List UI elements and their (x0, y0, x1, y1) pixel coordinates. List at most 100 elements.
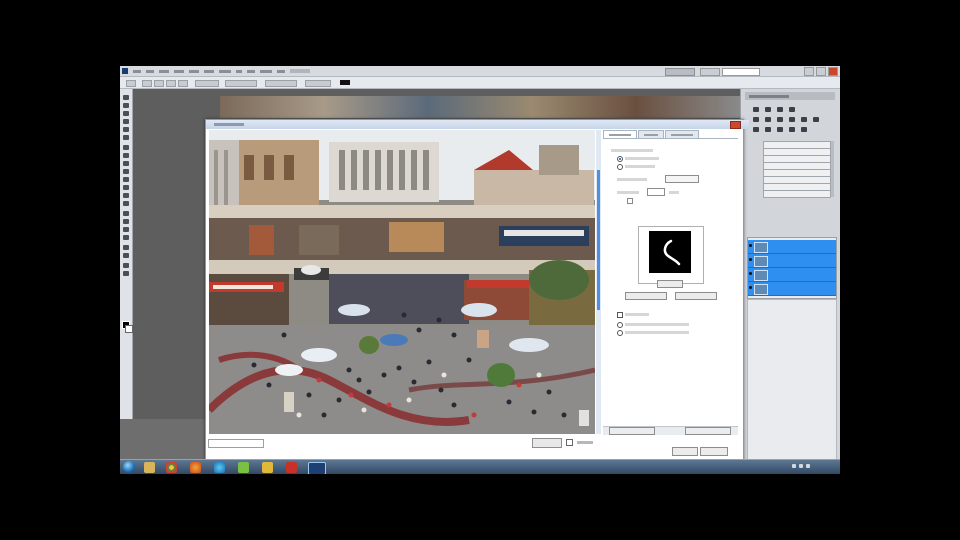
menu-item-edit[interactable] (146, 70, 154, 73)
3d-camera-tool-icon[interactable] (123, 253, 129, 258)
adjustment-mixer-icon[interactable] (813, 117, 819, 122)
chrome-icon[interactable] (166, 462, 177, 473)
preset-list-item[interactable] (763, 190, 831, 198)
explorer-icon[interactable] (144, 462, 155, 473)
ok-button[interactable] (672, 447, 698, 456)
app-icon-green[interactable] (238, 462, 249, 473)
adjustment-selective-color-icon[interactable] (801, 127, 807, 132)
layer-row[interactable] (748, 268, 836, 282)
workspace-switcher[interactable] (665, 68, 695, 76)
photoshop-taskbar-icon[interactable] (308, 462, 326, 474)
marquee-tool-icon[interactable] (123, 103, 129, 108)
menu-item-3d[interactable] (236, 70, 242, 73)
option-button-4[interactable] (178, 80, 188, 87)
cancel-button[interactable] (700, 447, 728, 456)
blur-tool-icon[interactable] (123, 193, 129, 198)
lasso-tool-icon[interactable] (123, 111, 129, 116)
brush-tool-icon[interactable] (123, 153, 129, 158)
clone-stamp-tool-icon[interactable] (123, 161, 129, 166)
zoom-level-field[interactable] (208, 439, 264, 448)
adjustment-threshold-icon[interactable] (777, 127, 783, 132)
menu-item-ps-logo[interactable] (122, 68, 128, 74)
tray-network-icon[interactable] (799, 464, 803, 468)
eye-icon[interactable] (749, 272, 752, 275)
eyedropper-tool-icon[interactable] (123, 135, 129, 140)
eraser-tool-icon[interactable] (123, 177, 129, 182)
tray-volume-icon[interactable] (806, 464, 810, 468)
adjustment-curves-icon[interactable] (777, 107, 783, 112)
history-brush-tool-icon[interactable] (123, 169, 129, 174)
menu-item-file[interactable] (133, 70, 141, 73)
radio-option-2[interactable] (617, 164, 623, 170)
hand-tool-icon[interactable] (123, 263, 129, 268)
tool-preset-picker[interactable] (126, 80, 136, 87)
quick-select-tool-icon[interactable] (123, 119, 129, 124)
type-tool-icon[interactable] (123, 219, 129, 224)
eye-icon[interactable] (749, 244, 752, 247)
preview-image[interactable] (209, 130, 595, 434)
layer-row[interactable] (748, 282, 836, 296)
menu-item-help[interactable] (277, 70, 285, 73)
option-radio-2[interactable] (617, 330, 623, 336)
app-icon-yellow[interactable] (262, 462, 273, 473)
menu-item-analysis[interactable] (219, 70, 231, 73)
slider-handle[interactable] (627, 198, 633, 204)
dialog-close-button[interactable] (730, 121, 741, 129)
adjustment-photo-filter-icon[interactable] (801, 117, 807, 122)
menu-item-filter[interactable] (204, 70, 214, 73)
adjustment-hue-icon[interactable] (765, 117, 771, 122)
option-button-1[interactable] (142, 80, 152, 87)
adjustment-brightness-icon[interactable] (753, 107, 759, 112)
panel-scrollbar[interactable] (831, 141, 834, 197)
tray-flag-icon[interactable] (792, 464, 796, 468)
document-canvas[interactable] (220, 96, 740, 118)
tip-label-button[interactable] (657, 280, 683, 288)
option-field-1[interactable] (195, 80, 219, 87)
pen-tool-icon[interactable] (123, 211, 129, 216)
settings-button-1[interactable] (625, 292, 667, 300)
option-field-3[interactable] (265, 80, 297, 87)
brush-tip-preview[interactable] (649, 231, 691, 273)
maximize-button[interactable] (816, 67, 826, 76)
option-button-3[interactable] (166, 80, 176, 87)
gradient-tool-icon[interactable] (123, 185, 129, 190)
preview-button[interactable] (532, 438, 562, 448)
adjustment-posterize-icon[interactable] (765, 127, 771, 132)
healing-tool-icon[interactable] (123, 145, 129, 150)
dodge-tool-icon[interactable] (123, 201, 129, 206)
start-button[interactable] (123, 461, 135, 473)
firefox-icon[interactable] (190, 462, 201, 473)
adjustment-balance-icon[interactable] (777, 117, 783, 122)
search-field[interactable] (722, 68, 760, 76)
cs-live-button[interactable] (700, 68, 720, 76)
footer-button-1[interactable] (609, 427, 655, 435)
field-input[interactable] (647, 188, 665, 196)
adjustment-gradient-map-icon[interactable] (789, 127, 795, 132)
minimize-button[interactable] (804, 67, 814, 76)
ie-icon[interactable] (214, 462, 225, 473)
scrollbar-thumb[interactable] (597, 170, 600, 310)
eye-icon[interactable] (749, 286, 752, 289)
preview-scrollbar[interactable] (596, 130, 601, 434)
select-1[interactable] (665, 175, 699, 183)
option-field-4[interactable] (305, 80, 331, 87)
layer-row[interactable] (748, 240, 836, 254)
menu-item-layer[interactable] (174, 70, 184, 73)
3d-rotate-tool-icon[interactable] (123, 245, 129, 250)
crop-tool-icon[interactable] (123, 127, 129, 132)
menu-item-view[interactable] (247, 70, 255, 73)
adjustment-levels-icon[interactable] (765, 107, 771, 112)
path-select-tool-icon[interactable] (123, 227, 129, 232)
move-tool-icon[interactable] (123, 95, 129, 100)
footer-button-2[interactable] (685, 427, 731, 435)
adjustment-exposure-icon[interactable] (789, 107, 795, 112)
option-field-2[interactable] (225, 80, 257, 87)
shape-tool-icon[interactable] (123, 235, 129, 240)
close-button[interactable] (828, 67, 838, 76)
menu-item-select[interactable] (189, 70, 199, 73)
preview-checkbox[interactable] (566, 439, 573, 446)
zoom-tool-icon[interactable] (123, 271, 129, 276)
checkbox[interactable] (617, 312, 623, 318)
app-icon-red[interactable] (286, 462, 297, 473)
menu-item-window[interactable] (260, 70, 272, 73)
